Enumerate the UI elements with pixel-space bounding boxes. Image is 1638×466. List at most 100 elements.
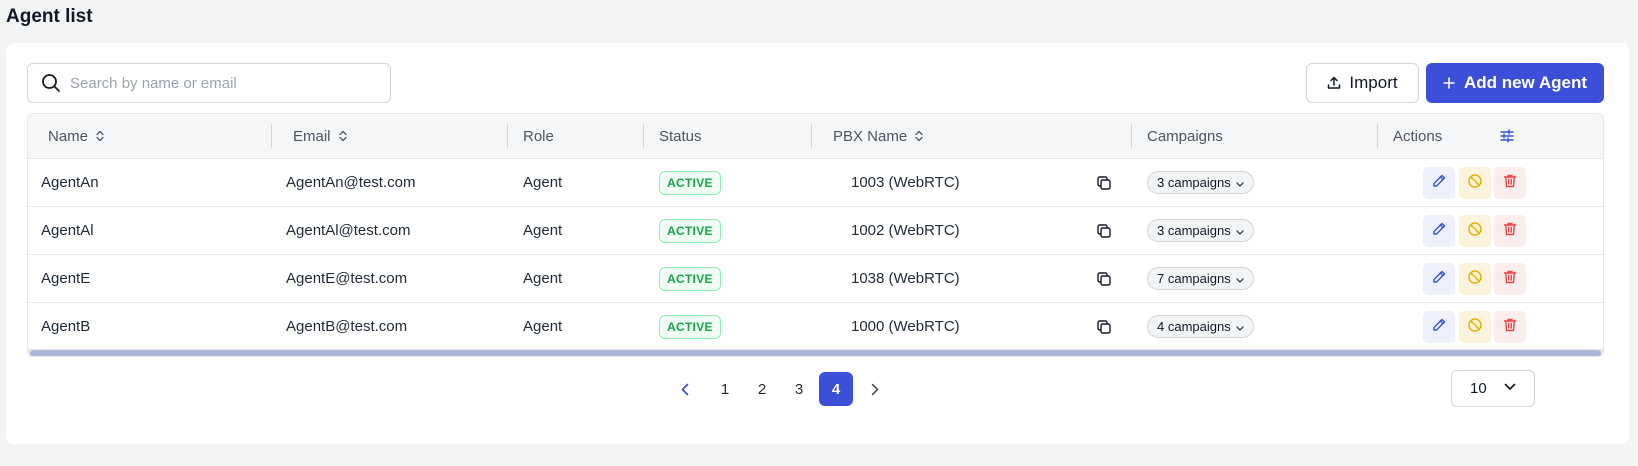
sort-icon[interactable] — [96, 130, 104, 142]
horizontal-scrollbar[interactable] — [28, 349, 1603, 356]
trash-icon — [1502, 173, 1518, 194]
delete-button[interactable] — [1494, 311, 1526, 343]
column-label-campaigns: Campaigns — [1147, 127, 1223, 145]
agent-email: AgentAl@test.com — [286, 222, 411, 239]
table-row: AgentB AgentB@test.com Agent ACTIVE 1000 (We… — [28, 302, 1603, 350]
agent-name: AgentE — [41, 270, 91, 287]
status-badge: ACTIVE — [659, 266, 721, 291]
agent-email: AgentB@test.com — [286, 318, 408, 335]
status-cell: ACTIVE — [659, 207, 721, 254]
campaigns-dropdown[interactable]: 3 campaigns — [1147, 219, 1254, 242]
import-button[interactable]: Import — [1306, 63, 1419, 103]
edit-button[interactable] — [1423, 263, 1455, 295]
add-agent-button[interactable]: Add new Agent — [1426, 63, 1604, 103]
edit-button[interactable] — [1423, 311, 1455, 343]
campaigns-dropdown[interactable]: 4 campaigns — [1147, 315, 1254, 338]
agent-role: Agent — [523, 174, 563, 191]
agent-role: Agent — [523, 222, 563, 239]
search-input[interactable] — [70, 74, 370, 92]
trash-icon — [1502, 317, 1518, 338]
search-box[interactable] — [27, 63, 391, 103]
edit-icon — [1431, 173, 1447, 194]
column-label-email: Email — [293, 127, 331, 145]
edit-button[interactable] — [1423, 167, 1455, 199]
column-header-name[interactable]: Name — [48, 114, 104, 158]
page-button-2[interactable]: 2 — [745, 372, 779, 406]
block-button[interactable] — [1459, 311, 1491, 343]
block-icon — [1467, 269, 1483, 290]
page-button-1[interactable]: 1 — [708, 372, 742, 406]
chevron-left-icon — [681, 383, 689, 395]
agent-list-card: Import Add new Agent Name Email Role Sta… — [6, 43, 1629, 444]
chevron-right-icon — [871, 383, 879, 395]
copy-icon[interactable] — [1095, 174, 1113, 192]
column-settings-button[interactable] — [1500, 114, 1514, 158]
column-label-name: Name — [48, 127, 89, 145]
trash-icon — [1502, 221, 1518, 242]
status-cell: ACTIVE — [659, 255, 721, 302]
campaigns-count: 7 campaigns — [1157, 271, 1231, 286]
delete-button[interactable] — [1494, 167, 1526, 199]
delete-button[interactable] — [1494, 215, 1526, 247]
column-divider — [1377, 124, 1378, 148]
pbx-name: 1002 (WebRTC) — [851, 222, 960, 239]
add-agent-label: Add new Agent — [1463, 73, 1588, 92]
campaigns-cell: 3 campaigns — [1147, 159, 1254, 206]
campaigns-count: 4 campaigns — [1157, 319, 1231, 334]
column-header-email[interactable]: Email — [293, 114, 347, 158]
table-header: Name Email Role Status PBX Name Campaign… — [28, 114, 1603, 158]
chevron-down-icon — [1236, 319, 1244, 334]
column-header-campaigns: Campaigns — [1147, 114, 1223, 158]
column-divider — [1131, 124, 1132, 148]
prev-page-button[interactable] — [668, 372, 702, 406]
pbx-name: 1038 (WebRTC) — [851, 270, 960, 287]
status-badge: ACTIVE — [659, 170, 721, 195]
agent-name: AgentAl — [41, 222, 94, 239]
page-title: Agent list — [6, 6, 93, 27]
campaigns-cell: 7 campaigns — [1147, 255, 1254, 302]
block-icon — [1467, 317, 1483, 338]
sort-icon[interactable] — [915, 130, 923, 142]
search-icon — [42, 74, 60, 92]
table-row: AgentAl AgentAl@test.com Agent ACTIVE 1002 (… — [28, 206, 1603, 254]
page-button-4[interactable]: 4 — [819, 372, 853, 406]
chevron-down-icon — [1236, 175, 1244, 190]
agent-email: AgentAn@test.com — [286, 174, 416, 191]
copy-icon[interactable] — [1095, 318, 1113, 336]
campaigns-dropdown[interactable]: 7 campaigns — [1147, 267, 1254, 290]
column-header-pbx[interactable]: PBX Name — [833, 114, 923, 158]
column-divider — [643, 124, 644, 148]
upload-icon — [1328, 76, 1341, 89]
delete-button[interactable] — [1494, 263, 1526, 295]
column-divider — [811, 124, 812, 148]
campaigns-count: 3 campaigns — [1157, 223, 1231, 238]
status-badge: ACTIVE — [659, 314, 721, 339]
status-cell: ACTIVE — [659, 303, 721, 350]
table-row: AgentE AgentE@test.com Agent ACTIVE 1038 (We… — [28, 254, 1603, 302]
edit-button[interactable] — [1423, 215, 1455, 247]
agent-email: AgentE@test.com — [286, 270, 408, 287]
sort-icon[interactable] — [338, 130, 347, 142]
page-size-select[interactable]: 10 — [1451, 370, 1535, 407]
block-button[interactable] — [1459, 167, 1491, 199]
chevron-down-icon — [1504, 383, 1516, 390]
edit-icon — [1431, 221, 1447, 242]
block-icon — [1467, 173, 1483, 194]
scrollbar-thumb[interactable] — [30, 350, 1601, 356]
next-page-button[interactable] — [858, 372, 892, 406]
campaigns-count: 3 campaigns — [1157, 175, 1231, 190]
column-label-status: Status — [659, 127, 702, 145]
column-divider — [507, 124, 508, 148]
block-button[interactable] — [1459, 263, 1491, 295]
agent-role: Agent — [523, 270, 563, 287]
column-label-role: Role — [523, 127, 554, 145]
copy-icon[interactable] — [1095, 270, 1113, 288]
status-badge: ACTIVE — [659, 218, 721, 243]
campaigns-dropdown[interactable]: 3 campaigns — [1147, 171, 1254, 194]
block-button[interactable] — [1459, 215, 1491, 247]
copy-icon[interactable] — [1095, 222, 1113, 240]
agent-name: AgentAn — [41, 174, 99, 191]
column-divider — [271, 124, 272, 148]
page-button-3[interactable]: 3 — [782, 372, 816, 406]
plus-icon — [1443, 77, 1455, 89]
